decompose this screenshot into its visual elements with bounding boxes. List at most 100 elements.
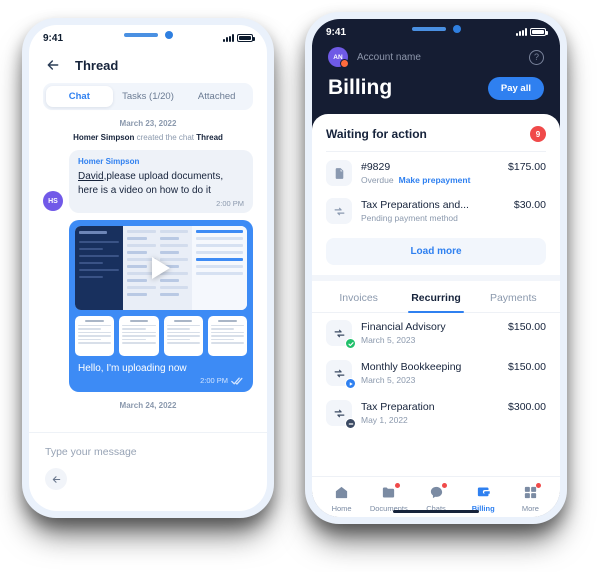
invoice-status: Overdue Make prepayment [361, 175, 546, 185]
speaker-icon [411, 27, 446, 31]
table-row[interactable]: Financial Advisory $150.00 March 5, 2023 [312, 313, 560, 353]
message-bubble-incoming[interactable]: Homer Simpson David,please upload docume… [69, 150, 253, 213]
make-prepayment-link[interactable]: Make prepayment [399, 175, 471, 185]
table-row-main: Tax Preparation $300.00 May 1, 2022 [361, 401, 546, 425]
mention-link[interactable]: David [78, 171, 104, 182]
invoice-status-text: Overdue [361, 175, 394, 185]
list-item[interactable]: #9829 $175.00 Overdue Make prepayment [326, 154, 546, 192]
document-thumbnail[interactable] [163, 316, 203, 356]
message-composer[interactable]: Type your message [29, 432, 267, 490]
tab-payments[interactable]: Payments [475, 281, 552, 312]
tab-home[interactable]: Home [318, 484, 365, 513]
service-status-text: Pending payment method [361, 213, 458, 223]
notification-dot [442, 483, 448, 488]
list-item-main: Tax Preparations and... $30.00 Pending p… [361, 199, 546, 223]
service-date: March 5, 2023 [361, 375, 416, 385]
battery-icon [530, 28, 548, 36]
avatar: HS [43, 191, 63, 211]
document-attachments [75, 316, 247, 356]
table-row-main: Financial Advisory $150.00 March 5, 2023 [361, 321, 546, 345]
phone-left: 9:41 Thread Chat Tasks (1/20) Attached M… [22, 18, 274, 518]
back-arrow-icon[interactable] [45, 57, 61, 73]
day-divider-top: March 23, 2022 [119, 119, 177, 128]
conversation-list[interactable]: March 23, 2022 Homer Simpson created the… [29, 110, 267, 432]
system-message-thread: Thread [196, 133, 223, 142]
grid-more-icon [507, 483, 554, 501]
signal-bars-icon [516, 28, 527, 36]
recurring-icon [326, 360, 356, 389]
outgoing-message-text: Hello, I'm uploading now [78, 363, 187, 374]
recurring-list: Financial Advisory $150.00 March 5, 2023 [312, 313, 560, 433]
account-row[interactable]: AN Account name ? [328, 47, 544, 68]
recurring-icon [326, 400, 356, 429]
camera-icon [164, 31, 173, 39]
status-time: 9:41 [326, 26, 347, 38]
tab-recurring[interactable]: Recurring [397, 281, 474, 313]
chat-header: Thread [29, 51, 267, 81]
service-name: Financial Advisory [361, 321, 446, 333]
play-button-icon[interactable] [152, 257, 170, 279]
page-title: Billing [328, 76, 393, 99]
table-row[interactable]: Monthly Bookkeeping $150.00 March 5, 202… [312, 353, 560, 393]
tab-attached[interactable]: Attached [183, 86, 250, 107]
load-more-button[interactable]: Load more [326, 238, 546, 265]
tab-chats[interactable]: Chats [412, 483, 459, 513]
table-row-main: Monthly Bookkeeping $150.00 March 5, 202… [361, 361, 546, 385]
message-incoming: HS Homer Simpson David,please upload doc… [43, 150, 253, 213]
status-time: 9:41 [43, 32, 64, 44]
table-row[interactable]: Tax Preparation $300.00 May 1, 2022 [312, 393, 560, 433]
video-thumb-sidebar [75, 226, 124, 310]
recurring-icon [326, 198, 352, 224]
message-time: 2:00 PM [216, 199, 244, 208]
status-icons [516, 28, 548, 36]
tab-more[interactable]: More [507, 483, 554, 513]
service-date: May 1, 2022 [361, 415, 408, 425]
list-item-main: #9829 $175.00 Overdue Make prepayment [361, 161, 546, 185]
service-date: March 5, 2023 [361, 335, 416, 345]
document-thumbnail[interactable] [119, 316, 159, 356]
video-thumb-panel [191, 226, 247, 310]
home-indicator [393, 510, 479, 513]
speaker-icon [123, 33, 158, 37]
help-circle-icon[interactable]: ? [529, 49, 544, 65]
section-title: Waiting for action [326, 127, 427, 141]
service-name: Monthly Bookkeeping [361, 361, 462, 373]
document-thumbnail[interactable] [75, 316, 115, 356]
tab-tasks[interactable]: Tasks (1/20) [115, 86, 182, 107]
signal-bars-icon [223, 34, 234, 42]
waiting-for-action-section: Waiting for action 9 #9829 $175.00 Overd… [312, 114, 560, 275]
notch-left [100, 25, 196, 45]
document-icon [326, 160, 352, 186]
invoice-amount: $175.00 [508, 161, 546, 173]
reply-arrow-icon[interactable] [45, 468, 67, 490]
scene: 9:41 Thread Chat Tasks (1/20) Attached M… [0, 0, 597, 572]
message-bubble-outgoing[interactable]: Hello, I'm uploading now 2:00 PM [69, 220, 253, 392]
notch-right [388, 19, 484, 39]
notification-dot [394, 483, 400, 488]
system-message-author: Homer Simpson [73, 133, 135, 142]
list-item[interactable]: Tax Preparations and... $30.00 Pending p… [326, 192, 546, 230]
tab-chat[interactable]: Chat [46, 86, 113, 107]
folder-icon [365, 483, 412, 501]
pay-all-button[interactable]: Pay all [487, 76, 544, 100]
camera-icon [452, 25, 461, 33]
message-sender: Homer Simpson [78, 157, 140, 166]
double-check-icon [231, 377, 243, 385]
document-thumbnail[interactable] [207, 316, 247, 356]
status-icons [223, 34, 255, 42]
phone-right-screen: 9:41 AN Account name ? Billing Pay all W… [312, 19, 560, 517]
tab-billing[interactable]: Billing [460, 484, 507, 513]
message-input-placeholder[interactable]: Type your message [45, 446, 251, 458]
phone-right: 9:41 AN Account name ? Billing Pay all W… [305, 12, 567, 524]
service-amount: $30.00 [513, 199, 546, 211]
tab-documents[interactable]: Documents [365, 483, 412, 513]
video-attachment[interactable] [75, 226, 247, 310]
tab-invoices[interactable]: Invoices [320, 281, 397, 312]
recurring-icon [326, 320, 356, 349]
section-header: Waiting for action 9 [326, 126, 546, 142]
billing-tabs: Invoices Recurring Payments [312, 281, 560, 313]
tab-label: Home [331, 504, 352, 513]
phone-left-screen: 9:41 Thread Chat Tasks (1/20) Attached M… [29, 25, 267, 511]
notification-dot [536, 483, 542, 488]
service-status: Pending payment method [361, 213, 546, 223]
